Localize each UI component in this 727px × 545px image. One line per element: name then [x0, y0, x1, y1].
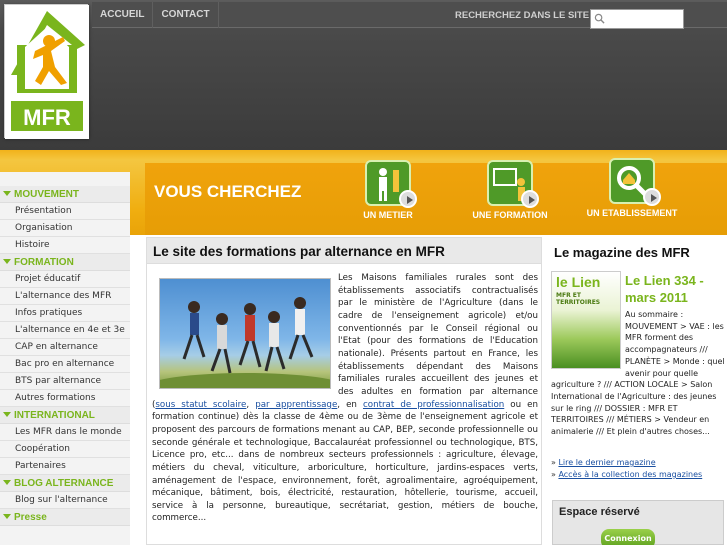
logo-image: MFR: [5, 5, 89, 139]
article-title: Le site des formations par alternance en…: [147, 238, 541, 264]
magazine-panel: Le magazine des MFR le Lien MFR ET TERRI…: [548, 237, 727, 545]
article-body: Les Maisons familiales rurales sont des …: [152, 272, 538, 525]
category-formation[interactable]: UNE FORMATION: [470, 160, 550, 220]
sidebar-item-alternance-mfr[interactable]: L'alternance des MFR: [0, 288, 130, 305]
search-icon: [594, 13, 605, 24]
article-text: ou en formation continue) dès la classe …: [152, 399, 539, 524]
category-etablissement[interactable]: UN ETABLISSEMENT: [584, 158, 680, 218]
sidebar-item-bts[interactable]: BTS par alternance: [0, 373, 130, 390]
sidebar-item-infos-pratiques[interactable]: Infos pratiques: [0, 305, 130, 322]
nav-contact[interactable]: CONTACT: [153, 2, 219, 28]
nav-accueil[interactable]: ACCUEIL: [92, 2, 154, 28]
sidebar-section-formation[interactable]: FORMATION: [0, 254, 130, 271]
sidebar-item-mfr-monde[interactable]: Les MFR dans le monde: [0, 424, 130, 441]
mfr-logo[interactable]: MFR: [4, 4, 89, 139]
article-text: , en: [337, 399, 363, 410]
arrow-right-icon: [643, 188, 661, 206]
top-nav: ACCUEIL CONTACT: [92, 2, 219, 28]
magazine-links: » Lire le dernier magazine » Accès à la …: [551, 458, 703, 479]
search-input[interactable]: [590, 9, 684, 29]
cover-subtitle: MFR ET TERRITOIRES: [556, 292, 601, 306]
magazine-summary: Au sommaire : MOUVEMENT > VAE : les MFR …: [551, 309, 725, 438]
sidebar-section-presse[interactable]: Presse: [0, 509, 130, 526]
link-statut-scolaire[interactable]: sous statut scolaire: [155, 400, 246, 410]
link-apprentissage[interactable]: par apprentissage: [255, 400, 337, 410]
magnifier-house-icon: [609, 158, 661, 206]
sidebar-item-bac-pro[interactable]: Bac pro en alternance: [0, 356, 130, 373]
worker-icon: [365, 160, 417, 208]
magazine-heading: Le magazine des MFR: [554, 245, 690, 260]
sidebar-item-organisation[interactable]: Organisation: [0, 220, 130, 237]
sidebar-item-cooperation[interactable]: Coopération: [0, 441, 130, 458]
arrow-right-icon: [521, 190, 539, 208]
sidebar-item-partenaires[interactable]: Partenaires: [0, 458, 130, 475]
cover-brand: le Lien: [556, 274, 601, 290]
sidebar-item-projet-educatif[interactable]: Projet éducatif: [0, 271, 130, 288]
logo-text: MFR: [23, 105, 71, 130]
band-title: VOUS CHERCHEZ: [154, 182, 302, 201]
sidebar-item-autres-formations[interactable]: Autres formations: [0, 390, 130, 407]
sidebar-item-presentation[interactable]: Présentation: [0, 203, 130, 220]
sidebar-item-alternance-4e-3e[interactable]: L'alternance en 4e et 3e: [0, 322, 130, 339]
link-magazine-collection[interactable]: Accès à la collection des magazines: [558, 470, 702, 479]
teacher-board-icon: [487, 160, 539, 208]
main-article: Le site des formations par alternance en…: [146, 237, 542, 545]
reserved-area: Espace réservé Connexion: [552, 500, 724, 545]
category-label: UN METIER: [363, 210, 413, 220]
category-label: UNE FORMATION: [472, 210, 548, 220]
article-text: ,: [246, 399, 256, 410]
sidebar: MOUVEMENT Présentation Organisation Hist…: [0, 172, 130, 545]
category-metier[interactable]: UN METIER: [358, 160, 418, 220]
reserved-area-title: Espace réservé: [559, 506, 640, 518]
login-button[interactable]: Connexion: [601, 529, 655, 545]
sidebar-section-international[interactable]: INTERNATIONAL: [0, 407, 130, 424]
sidebar-item-histoire[interactable]: Histoire: [0, 237, 130, 254]
arrow-right-icon: [399, 190, 417, 208]
sidebar-section-blog[interactable]: BLOG ALTERNANCE: [0, 475, 130, 492]
link-latest-magazine[interactable]: Lire le dernier magazine: [558, 458, 655, 467]
sidebar-section-mouvement[interactable]: MOUVEMENT: [0, 186, 130, 203]
link-contrat-professionnalisation[interactable]: contrat de professionnalisation: [363, 400, 504, 410]
sidebar-item-cap[interactable]: CAP en alternance: [0, 339, 130, 356]
category-label: UN ETABLISSEMENT: [586, 208, 678, 218]
sidebar-item-blog[interactable]: Blog sur l'alternance: [0, 492, 130, 509]
search-label: RECHERCHEZ DANS LE SITE: [455, 10, 590, 21]
magazine-issue-title[interactable]: Le Lien 334 - mars 2011: [625, 272, 725, 306]
